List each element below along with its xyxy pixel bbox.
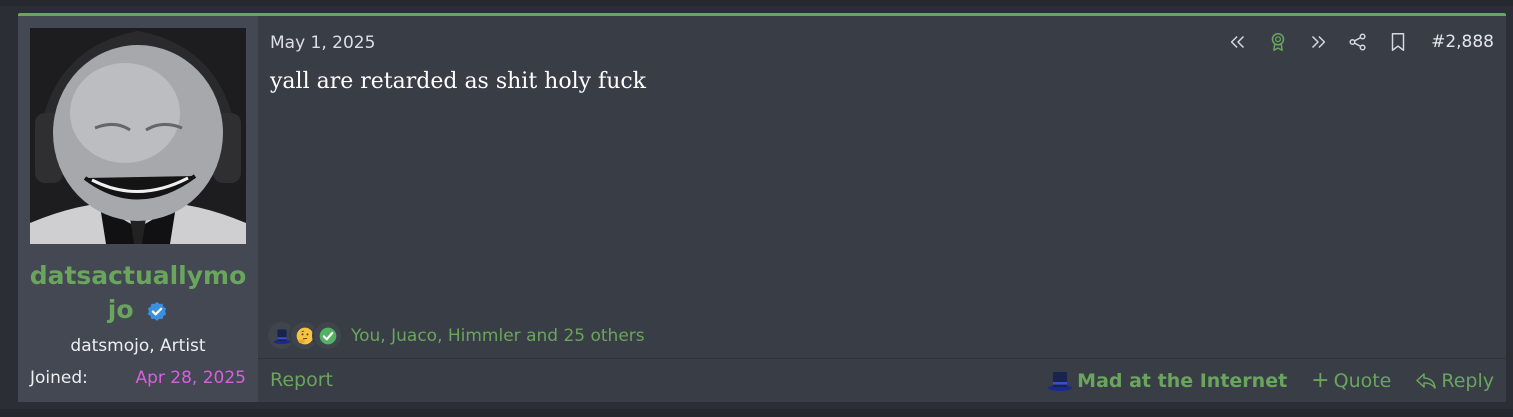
- user-title: datsmojo, Artist: [70, 336, 206, 356]
- previous-post-edge: [0, 0, 1513, 6]
- post-body-text: yall are retarded as shit holy fuck: [270, 69, 647, 94]
- post-date[interactable]: May 1, 2025: [270, 33, 375, 53]
- post-actions: #2,888: [1209, 31, 1494, 53]
- username-line-1: datsactuallymo: [29, 261, 247, 290]
- post-footer: Report Mad at the Internet + Quote Reply: [258, 358, 1506, 403]
- rewind-icon[interactable]: [1227, 31, 1249, 53]
- user-info-panel: datsactuallymo jo datsmojo, Artist Joine…: [18, 16, 258, 402]
- bookmark-icon[interactable]: [1387, 31, 1409, 53]
- username[interactable]: datsactuallymo jo: [18, 259, 258, 327]
- fast-forward-icon[interactable]: [1307, 31, 1329, 53]
- post-number-link[interactable]: #2,888: [1431, 32, 1494, 52]
- reply-button[interactable]: Reply: [1415, 370, 1494, 392]
- joined-label: Joined:: [30, 368, 88, 388]
- reply-label: Reply: [1441, 369, 1494, 392]
- plus-icon: +: [1311, 368, 1330, 393]
- joined-date: Apr 28, 2025: [135, 368, 246, 388]
- username-line-2: jo: [107, 295, 134, 324]
- reactions-summary-link[interactable]: You, Juaco, Himmler and 25 others: [351, 326, 645, 346]
- reply-icon: [1416, 372, 1437, 389]
- quote-label: Quote: [1333, 369, 1392, 392]
- report-link[interactable]: Report: [270, 369, 333, 391]
- footer-actions: Mad at the Internet + Quote Reply: [1047, 368, 1494, 393]
- verified-badge-icon: [146, 298, 168, 321]
- share-icon[interactable]: [1347, 31, 1369, 53]
- forum-post: datsactuallymo jo datsmojo, Artist Joine…: [18, 13, 1506, 402]
- top-hat-icon: [1048, 371, 1073, 391]
- reactions-bar[interactable]: You, Juaco, Himmler and 25 others: [266, 320, 645, 351]
- post-main: May 1, 2025 #2,888 yall are retarded as …: [258, 16, 1506, 402]
- react-label: Mad at the Internet: [1077, 369, 1288, 392]
- next-post-edge: [0, 409, 1513, 417]
- react-button[interactable]: Mad at the Internet: [1047, 370, 1287, 392]
- check-mark-icon: [312, 320, 343, 351]
- avatar-image: [30, 28, 246, 244]
- avatar[interactable]: [30, 28, 246, 244]
- quote-button[interactable]: + Quote: [1311, 368, 1391, 393]
- award-icon[interactable]: [1267, 31, 1289, 53]
